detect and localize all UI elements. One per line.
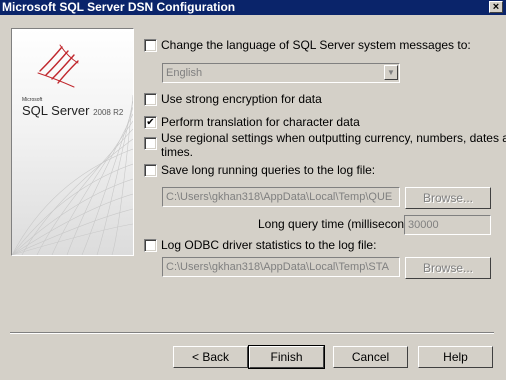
logo-product-name: SQL Server — [22, 103, 90, 118]
title-bar: Microsoft SQL Server DSN Configuration × — [0, 0, 506, 15]
long-queries-log-path-field[interactable]: C:\Users\gkhan318\AppData\Local\Temp\QUE — [162, 187, 400, 207]
sql-server-logo-panel: Microsoft SQL Server 2008 R2 — [11, 28, 134, 256]
long-queries-checkbox[interactable] — [144, 164, 157, 177]
odbc-stats-browse-button[interactable]: Browse... — [405, 257, 491, 279]
strong-encryption-checkbox[interactable] — [144, 93, 157, 106]
strong-encryption-label: Use strong encryption for data — [161, 92, 322, 106]
cancel-button[interactable]: Cancel — [333, 346, 408, 368]
chevron-down-icon[interactable]: ▼ — [384, 65, 398, 80]
change-language-checkbox[interactable] — [144, 39, 157, 52]
change-language-label: Change the language of SQL Server system… — [161, 38, 471, 52]
window-title: Microsoft SQL Server DSN Configuration — [2, 0, 236, 14]
odbc-stats-checkbox[interactable] — [144, 239, 157, 252]
dsn-configuration-dialog: Microsoft SQL Server DSN Configuration × — [0, 0, 506, 380]
language-combobox[interactable]: English ▼ — [162, 63, 400, 83]
logo-graphic — [12, 44, 133, 255]
logo-version: 2008 R2 — [93, 108, 124, 117]
footer-separator — [10, 332, 494, 334]
perform-translation-label: Perform translation for character data — [161, 115, 360, 129]
close-button[interactable]: × — [489, 1, 503, 13]
odbc-stats-log-path-field[interactable]: C:\Users\gkhan318\AppData\Local\Temp\STA — [162, 257, 400, 277]
sql-server-emblem-icon — [37, 44, 79, 88]
regional-settings-label-line2: times. — [161, 145, 194, 159]
language-combobox-value: English — [166, 67, 203, 79]
perform-translation-checkbox[interactable]: ✔ — [144, 116, 157, 129]
odbc-stats-label: Log ODBC driver statistics to the log fi… — [161, 238, 377, 252]
regional-settings-checkbox[interactable] — [144, 137, 157, 150]
long-query-time-field[interactable]: 30000 — [404, 215, 491, 235]
finish-button[interactable]: Finish — [248, 345, 325, 369]
long-queries-label: Save long running queries to the log fil… — [161, 163, 376, 177]
help-button[interactable]: Help — [418, 346, 493, 368]
long-queries-browse-button[interactable]: Browse... — [405, 187, 491, 209]
checkmark-icon: ✔ — [146, 117, 155, 128]
regional-settings-label-line1: Use regional settings when outputting cu… — [161, 131, 506, 145]
long-query-time-label: Long query time (milliseconds): — [258, 217, 425, 231]
logo-product: SQL Server 2008 R2 — [22, 103, 123, 118]
back-button[interactable]: < Back — [173, 346, 248, 368]
